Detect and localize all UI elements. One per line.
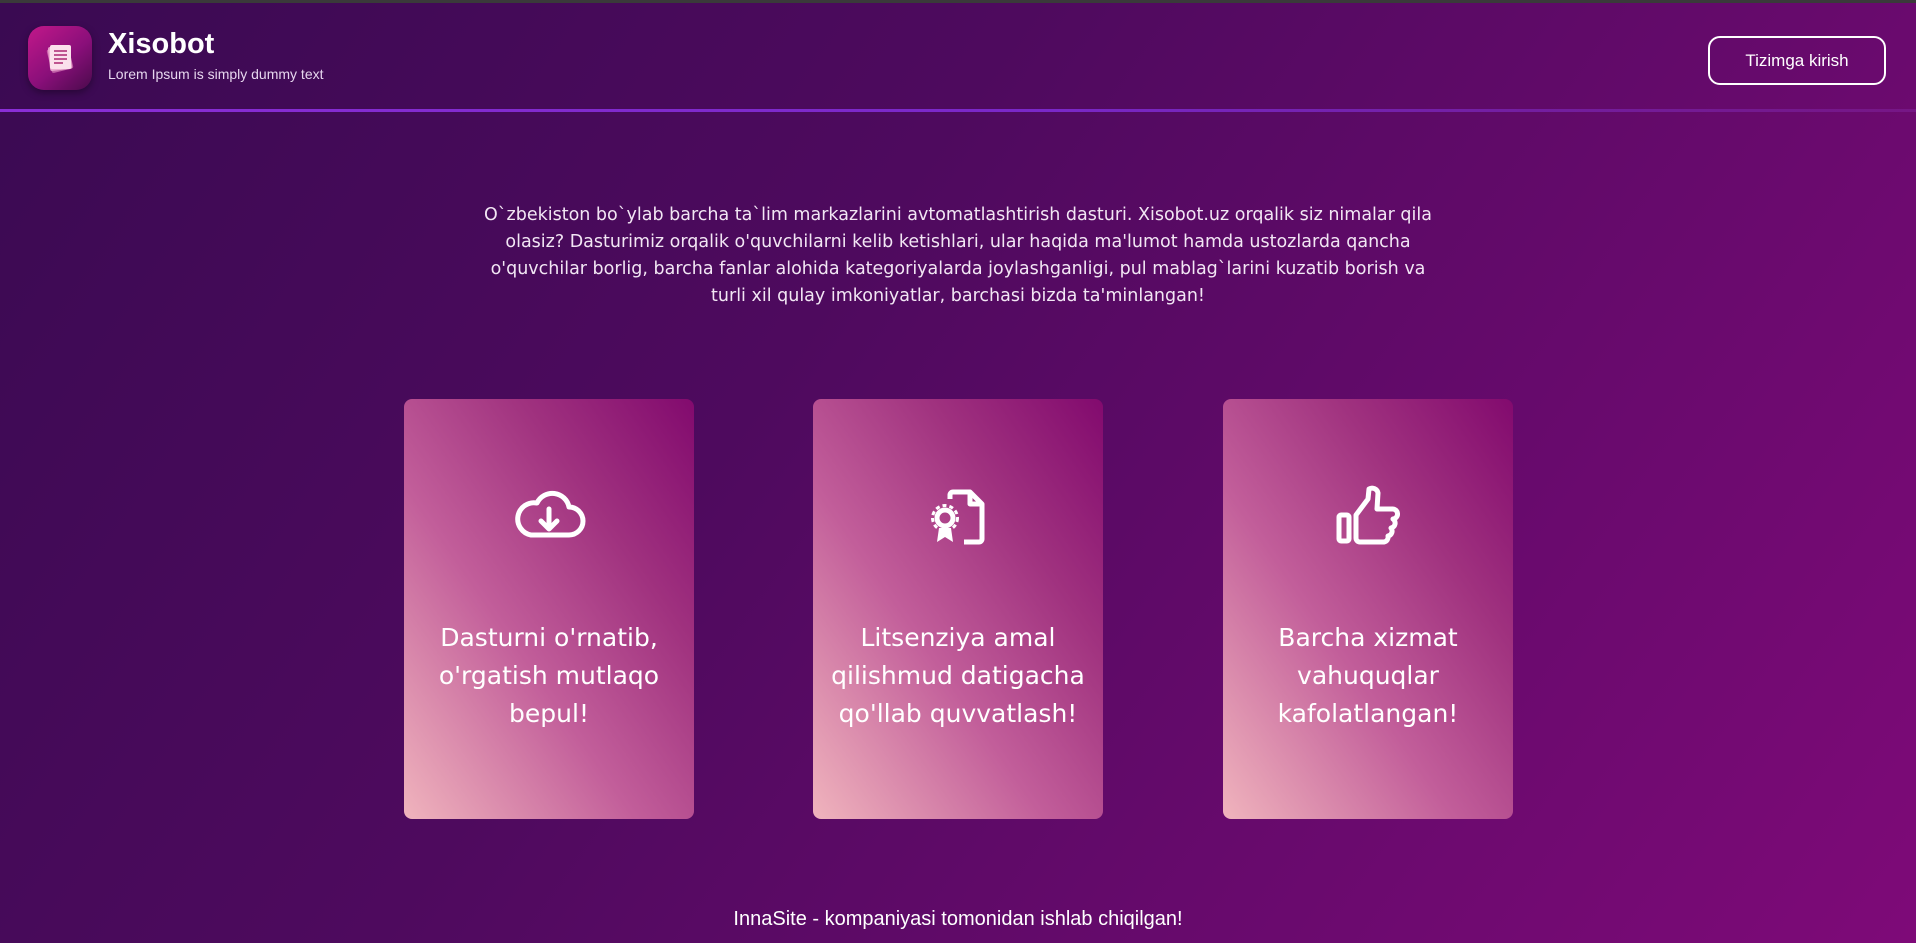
header-divider — [0, 109, 1916, 112]
certificate-document-icon — [931, 489, 985, 545]
feature-card-text: Litsenziya amal qilishmud datigacha qo'l… — [831, 623, 1085, 728]
feature-card-license-support: Litsenziya amal qilishmud datigacha qo'l… — [813, 399, 1103, 819]
document-stack-icon — [46, 45, 74, 73]
login-button[interactable]: Tizimga kirish — [1708, 36, 1886, 85]
feature-card-free-install: Dasturni o'rnatib, o'rgatish mutlaqo bep… — [404, 399, 694, 819]
feature-card-text: Barcha xizmat vahuquqlar kafolatlangan! — [1277, 623, 1459, 728]
feature-card-guarantee: Barcha xizmat vahuquqlar kafolatlangan! — [1223, 399, 1513, 819]
site-header: Xisobot Lorem Ipsum is simply dummy text… — [0, 3, 1916, 109]
brand-subtitle: Lorem Ipsum is simply dummy text — [108, 66, 324, 82]
brand-title[interactable]: Xisobot — [108, 27, 214, 61]
intro-description: O`zbekiston bo`ylab barcha ta`lim markaz… — [484, 205, 1432, 306]
feature-card-text: Dasturni o'rnatib, o'rgatish mutlaqo bep… — [438, 623, 660, 728]
thumbs-up-icon — [1336, 485, 1400, 545]
cloud-download-icon — [515, 490, 586, 538]
logo[interactable] — [28, 26, 92, 90]
footer-credit: InnaSite - kompaniyasi tomonidan ishlab … — [733, 908, 1183, 930]
